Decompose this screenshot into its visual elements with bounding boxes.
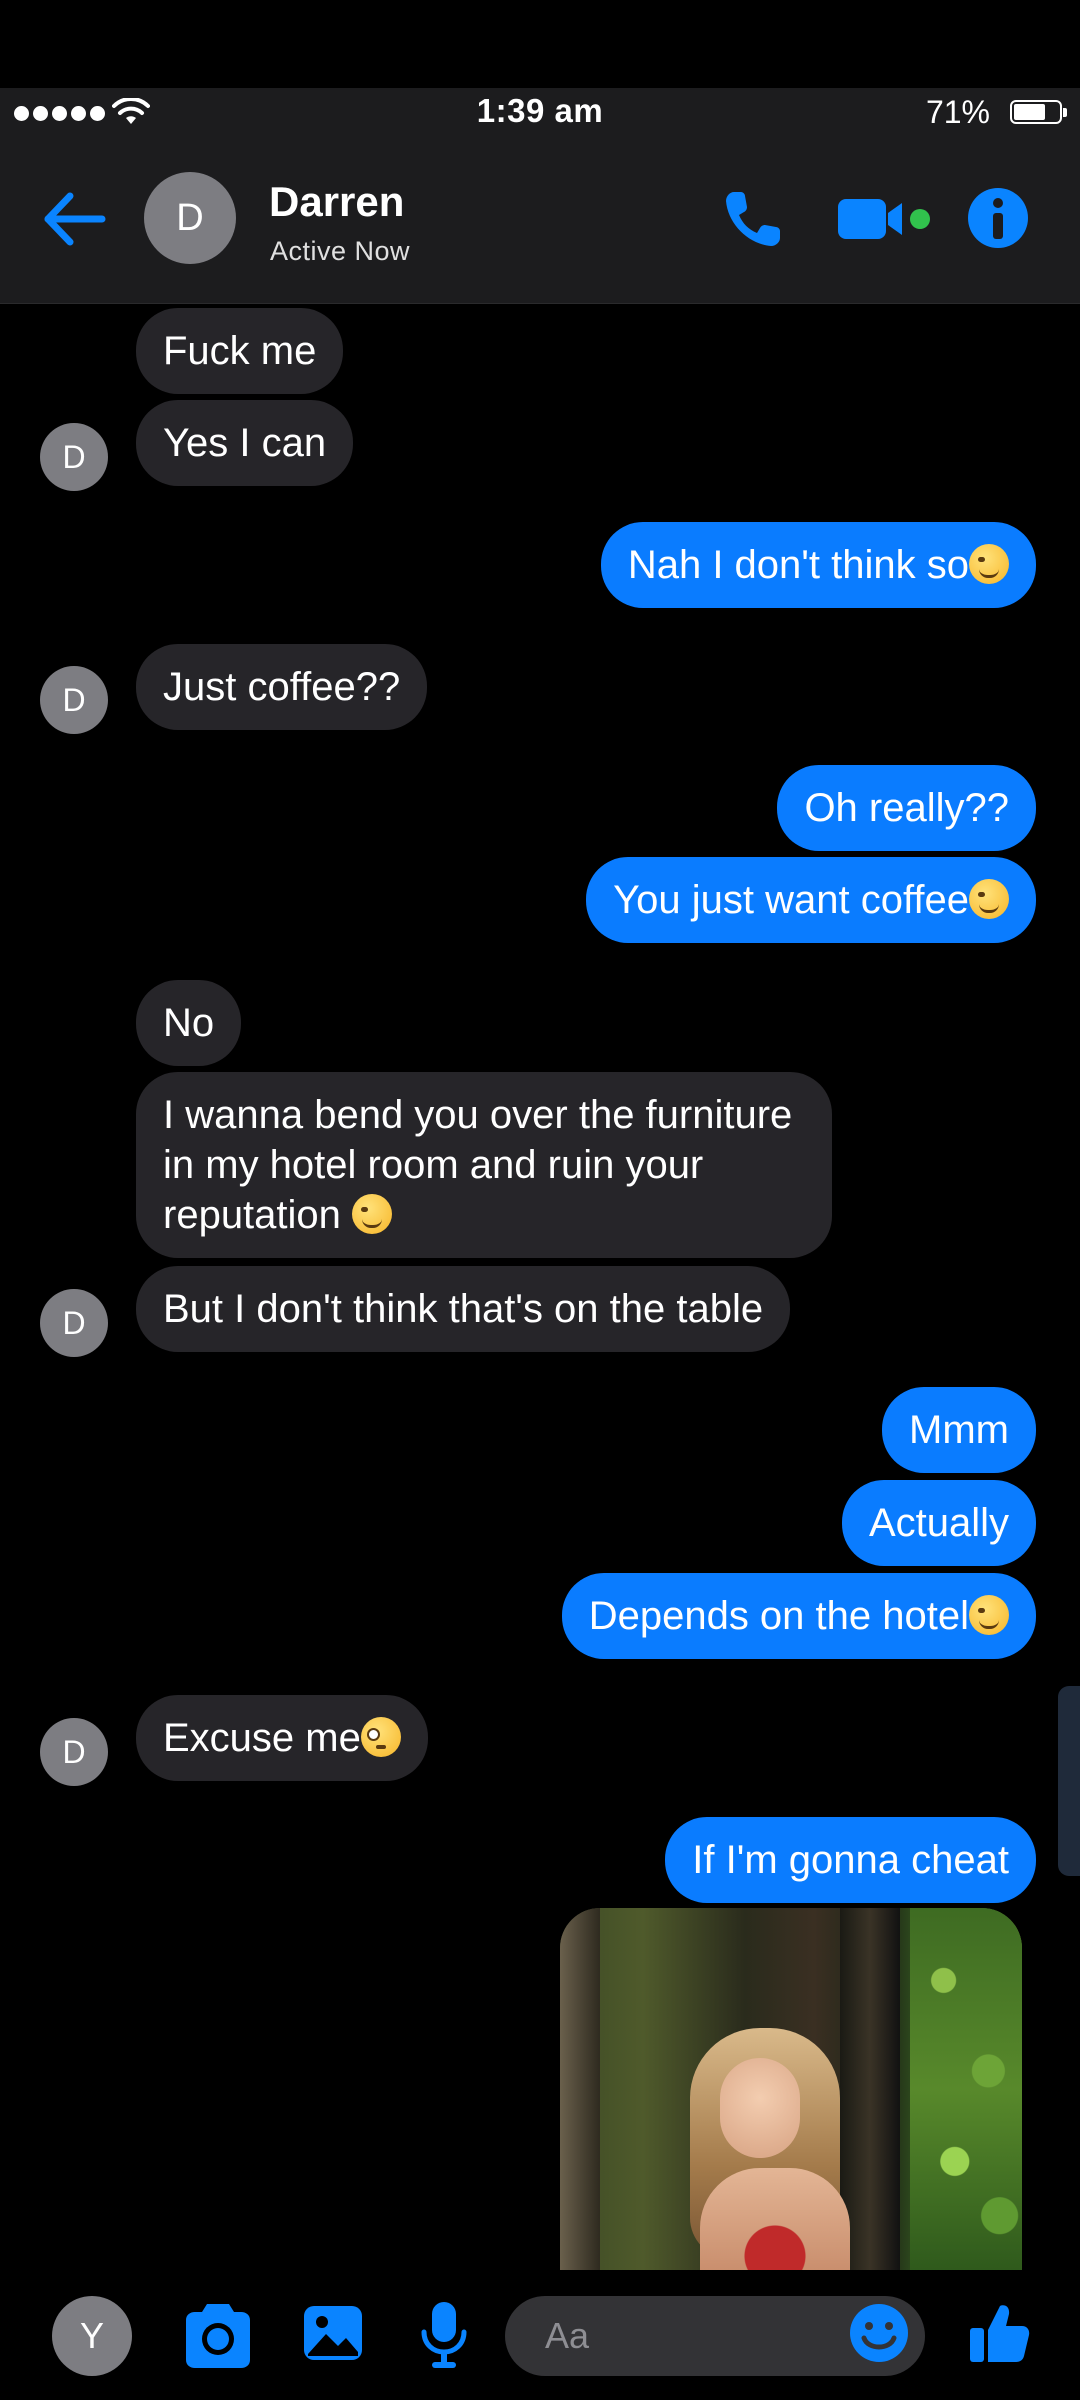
message-bubble-outgoing[interactable]: You just want coffee xyxy=(586,857,1036,943)
contact-name[interactable]: Darren xyxy=(269,178,404,226)
back-button[interactable] xyxy=(40,188,110,250)
winking-face-icon xyxy=(969,879,1009,919)
message-text: Depends on the hotel xyxy=(588,1594,969,1638)
message-bubble-outgoing[interactable]: Oh really?? xyxy=(777,765,1036,851)
message-bubble-outgoing[interactable]: Mmm xyxy=(882,1387,1036,1473)
message-bubble-outgoing[interactable]: Actually xyxy=(841,1480,1036,1566)
video-camera-icon[interactable] xyxy=(836,193,934,245)
user-avatar[interactable]: Y xyxy=(52,2296,132,2376)
thumbs-up-icon[interactable] xyxy=(966,2300,1032,2366)
message-text: Fuck me xyxy=(163,329,317,373)
message-text: Actually xyxy=(868,1501,1009,1545)
message-text: You just want coffee xyxy=(613,878,969,922)
message-bubble-outgoing[interactable]: Nah I don't think so xyxy=(600,522,1036,608)
message-bubble-incoming[interactable]: Excuse me xyxy=(136,1695,428,1781)
info-icon[interactable] xyxy=(966,186,1030,250)
message-text: Just coffee?? xyxy=(163,665,401,709)
status-time: 1:39 am xyxy=(476,92,604,129)
message-text: Mmm xyxy=(909,1408,1009,1452)
message-text: Oh really?? xyxy=(804,786,1009,830)
top-black-band xyxy=(0,0,1080,88)
message-text: If I'm gonna cheat xyxy=(692,1838,1009,1882)
smiley-icon[interactable] xyxy=(848,2302,910,2364)
message-text: But I don't think that's on the table xyxy=(163,1287,764,1331)
message-text: I wanna bend you over the furniture in m… xyxy=(163,1093,793,1237)
sender-avatar[interactable]: D xyxy=(40,423,108,491)
smirking-face-icon xyxy=(969,1595,1009,1635)
battery-icon xyxy=(1010,100,1067,124)
camera-icon[interactable] xyxy=(180,2300,256,2372)
contact-avatar[interactable]: D xyxy=(144,172,236,264)
sender-avatar[interactable]: D xyxy=(40,666,108,734)
contact-status: Active Now xyxy=(270,236,411,266)
photo-message[interactable] xyxy=(560,1908,1022,2270)
message-bubble-incoming[interactable]: But I don't think that's on the table xyxy=(136,1266,791,1352)
message-text: No xyxy=(163,1001,215,1045)
message-bubble-outgoing[interactable]: Depends on the hotel xyxy=(561,1573,1036,1659)
message-bubble-incoming[interactable]: Just coffee?? xyxy=(136,644,428,730)
message-bubble-incoming[interactable]: I wanna bend you over the furniture in m… xyxy=(136,1072,832,1258)
flushed-face-icon xyxy=(360,1717,401,1757)
message-text: Yes I can xyxy=(163,421,327,465)
message-bubble-incoming[interactable]: Fuck me xyxy=(136,308,344,394)
image-icon[interactable] xyxy=(300,2300,366,2366)
message-bubble-incoming[interactable]: Yes I can xyxy=(136,400,354,486)
phone-icon[interactable] xyxy=(720,186,786,252)
sender-avatar[interactable]: D xyxy=(40,1718,108,1786)
message-list[interactable]: Fuck me Yes I can D Nah I don't think so… xyxy=(0,303,1080,2270)
message-text: Excuse me xyxy=(163,1716,361,1760)
sender-avatar[interactable]: D xyxy=(40,1289,108,1357)
battery-percentage: 71% xyxy=(925,94,990,130)
message-bubble-incoming[interactable]: No xyxy=(136,980,242,1066)
microphone-icon[interactable] xyxy=(416,2300,472,2370)
winking-face-icon xyxy=(969,544,1009,584)
message-bubble-outgoing[interactable]: If I'm gonna cheat xyxy=(665,1817,1036,1903)
scrollbar[interactable] xyxy=(1058,1686,1080,1876)
relieved-face-icon xyxy=(352,1194,393,1234)
message-text: Nah I don't think so xyxy=(627,543,969,587)
